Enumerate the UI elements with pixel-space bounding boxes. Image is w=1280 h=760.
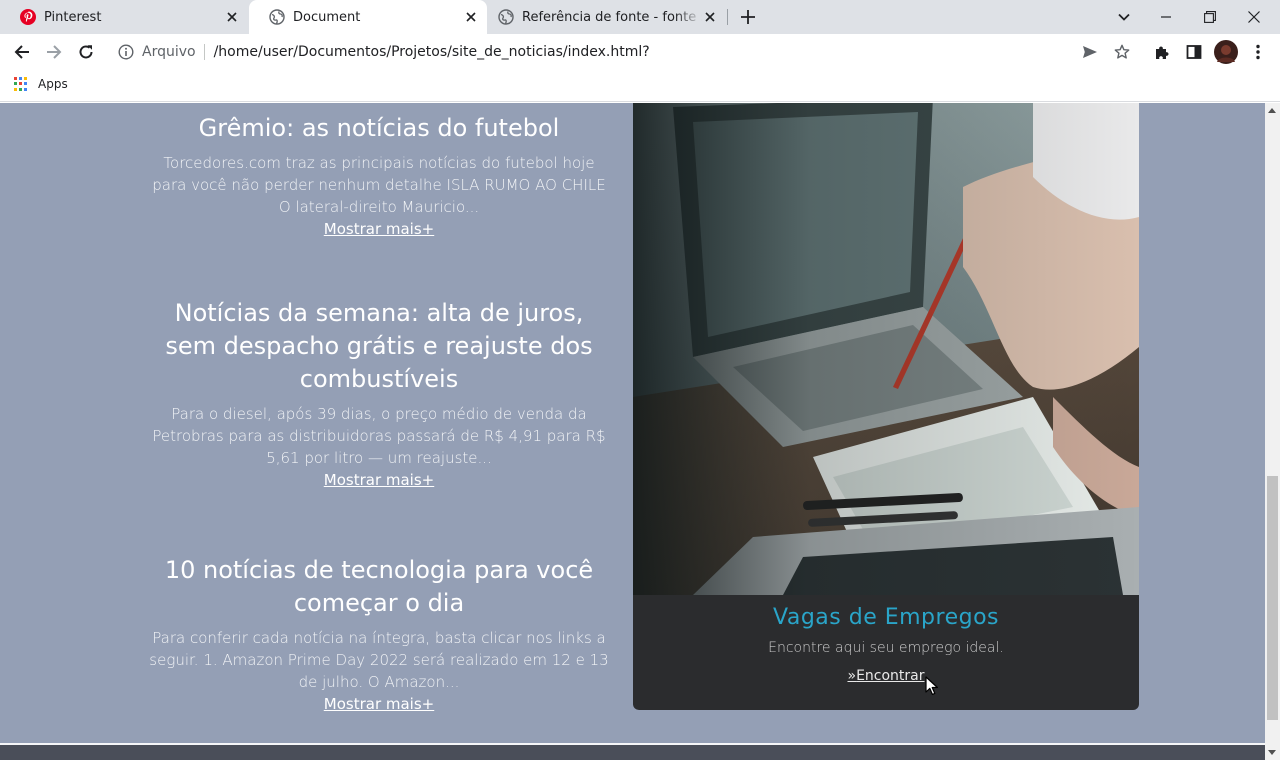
menu-button[interactable] [1244, 38, 1272, 66]
article-title: 10 notícias de tecnologia para você come… [164, 556, 594, 617]
new-tab-button[interactable] [736, 5, 760, 29]
tab-strip: Pinterest Document Referência de fonte -… [0, 0, 1280, 34]
close-icon[interactable] [702, 9, 718, 25]
extensions-button[interactable] [1148, 38, 1176, 66]
scrollbar-thumb[interactable] [1267, 476, 1278, 720]
article-excerpt: Torcedores.com traz as principais notíci… [152, 154, 606, 216]
avatar [1214, 40, 1238, 64]
news-article: 10 notícias de tecnologia para você come… [148, 554, 610, 715]
minimize-button[interactable] [1144, 0, 1188, 34]
chevron-down-icon [1118, 13, 1130, 21]
send-icon [1083, 46, 1097, 58]
article-title-partial: · j [148, 103, 610, 112]
send-tab-button[interactable] [1076, 38, 1104, 66]
omnibox-separator [203, 44, 205, 60]
toolbar: Arquivo /home/user/Documentos/Projetos/s… [0, 34, 1280, 70]
close-window-button[interactable] [1232, 0, 1276, 34]
pinterest-icon [20, 9, 36, 25]
profile-button[interactable] [1212, 38, 1240, 66]
star-icon [1114, 44, 1130, 59]
reload-icon [79, 45, 93, 59]
security-label: Arquivo [142, 44, 196, 60]
jobs-card-subtitle: Encontre aqui seu emprego ideal. [768, 640, 1004, 656]
show-more-link[interactable]: Mostrar mais+ [324, 693, 434, 715]
close-icon[interactable] [463, 9, 479, 25]
bookmarks-bar: Apps [0, 70, 1280, 102]
tab-title: Referência de fonte - fonte sem f [522, 9, 702, 25]
address-bar[interactable]: Arquivo /home/user/Documentos/Projetos/s… [108, 36, 1142, 68]
tab-document[interactable]: Document [249, 0, 487, 34]
news-article: · j Grêmio: as notícias do futebol Torce… [148, 103, 610, 240]
puzzle-icon [1156, 46, 1169, 59]
tab-title: Pinterest [44, 9, 102, 25]
restore-button[interactable] [1188, 0, 1232, 34]
arrow-left-icon [14, 45, 29, 59]
tab-referencia[interactable]: Referência de fonte - fonte sem f [478, 0, 726, 34]
bookmark-apps[interactable]: Apps [14, 77, 68, 91]
minimize-icon [1161, 16, 1171, 18]
jobs-card-caption: Vagas de Empregos Encontre aqui seu empr… [633, 595, 1139, 710]
scroll-up-arrow[interactable] [1268, 108, 1276, 113]
side-panel-button[interactable] [1180, 38, 1208, 66]
article-title: Notícias da semana: alta de juros, sem d… [165, 299, 593, 393]
bookmark-star-button[interactable] [1108, 38, 1136, 66]
jobs-card: Vagas de Empregos Encontre aqui seu empr… [633, 103, 1139, 710]
find-jobs-label: Encontrar [856, 668, 925, 684]
url-text[interactable]: /home/user/Documentos/Projetos/site_de_n… [214, 44, 650, 60]
footer-band [0, 743, 1265, 760]
article-title: Grêmio: as notícias do futebol [198, 114, 560, 142]
mouse-cursor-icon [925, 676, 938, 695]
forward-button[interactable] [40, 38, 68, 66]
find-jobs-link[interactable]: »Encontrar [847, 666, 924, 686]
show-more-link[interactable]: Mostrar mais+ [324, 218, 434, 240]
close-icon [1248, 11, 1260, 23]
reload-button[interactable] [72, 38, 100, 66]
back-button[interactable] [8, 38, 36, 66]
article-excerpt: Para conferir cada notícia na íntegra, b… [149, 629, 609, 691]
tab-pinterest[interactable]: Pinterest [0, 0, 248, 34]
globe-icon [498, 9, 514, 25]
plus-icon [741, 10, 755, 24]
news-article: Notícias da semana: alta de juros, sem d… [148, 297, 610, 491]
restore-icon [1204, 11, 1216, 23]
double-chevron-right-icon: » [847, 668, 857, 684]
apps-grid-icon [14, 77, 28, 91]
globe-icon [269, 9, 285, 25]
jobs-card-title: Vagas de Empregos [773, 605, 999, 630]
tab-separator [727, 9, 728, 25]
office-work-photo [633, 103, 1139, 595]
page-viewport: · j Grêmio: as notícias do futebol Torce… [0, 103, 1265, 760]
close-icon[interactable] [224, 9, 240, 25]
tab-search-button[interactable] [1102, 0, 1146, 34]
scroll-down-arrow[interactable] [1268, 750, 1276, 755]
side-panel-icon [1186, 45, 1202, 59]
show-more-link[interactable]: Mostrar mais+ [324, 469, 434, 491]
arrow-right-icon [47, 45, 62, 59]
article-excerpt: Para o diesel, após 39 dias, o preço méd… [152, 405, 606, 467]
tab-title: Document [293, 9, 361, 25]
page-scrollbar[interactable] [1265, 103, 1280, 760]
apps-label: Apps [38, 77, 68, 91]
kebab-menu-icon [1256, 44, 1260, 60]
info-icon[interactable] [118, 44, 134, 60]
